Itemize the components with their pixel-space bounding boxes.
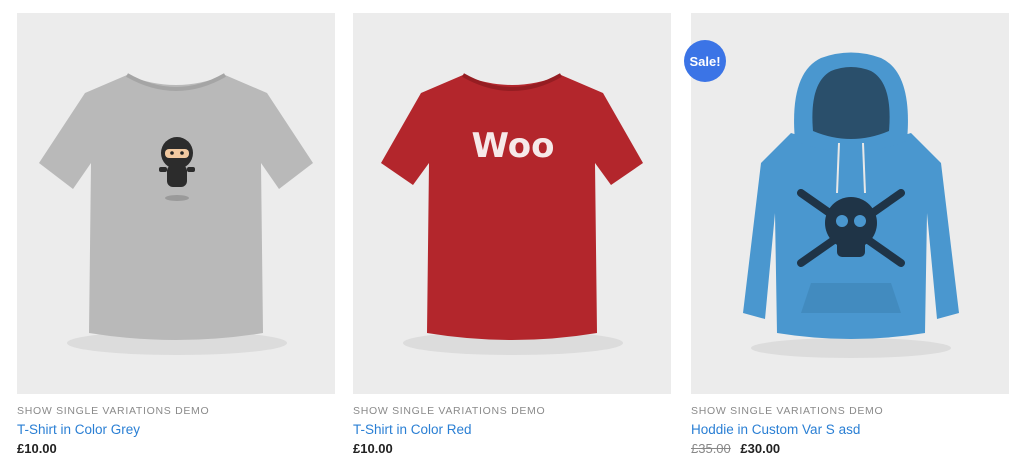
product-category: SHOW SINGLE VARIATIONS DEMO [353, 405, 546, 417]
product-category: SHOW SINGLE VARIATIONS DEMO [17, 405, 210, 417]
product-title-link[interactable]: T-Shirt in Color Red [353, 421, 671, 438]
sale-price: £30.00 [740, 441, 781, 456]
grey-tshirt-ninja-image [39, 73, 313, 355]
product-image-link[interactable] [691, 13, 1009, 394]
price-amount: £10.00 [353, 441, 393, 456]
product-price: £10.00 [17, 441, 335, 457]
red-tshirt-woo-image: Woo [381, 73, 643, 355]
product-image-link[interactable]: Woo [353, 13, 671, 394]
product-title-link[interactable]: Hoddie in Custom Var S asd [691, 421, 1009, 438]
product-image-link[interactable] [17, 13, 335, 394]
blue-hoodie-skull-image [743, 52, 959, 358]
product-title-link[interactable]: T-Shirt in Color Grey [17, 421, 335, 438]
product-card: Woo SHOW SINGLE VARIATIONS DEMO T-Shirt … [353, 13, 671, 457]
product-card: SHOW SINGLE VARIATIONS DEMO T-Shirt in C… [17, 13, 335, 457]
sale-badge: Sale! [684, 40, 726, 82]
product-category: SHOW SINGLE VARIATIONS DEMO [691, 405, 884, 417]
product-price: £35.00 £30.00 [691, 441, 1009, 457]
svg-text:Woo: Woo [471, 126, 554, 166]
product-price: £10.00 [353, 441, 671, 457]
regular-price: £35.00 [691, 441, 731, 456]
price-amount: £10.00 [17, 441, 57, 456]
product-card: SHOW SINGLE VARIATIONS DEMO Hoddie in Cu… [691, 13, 1009, 457]
